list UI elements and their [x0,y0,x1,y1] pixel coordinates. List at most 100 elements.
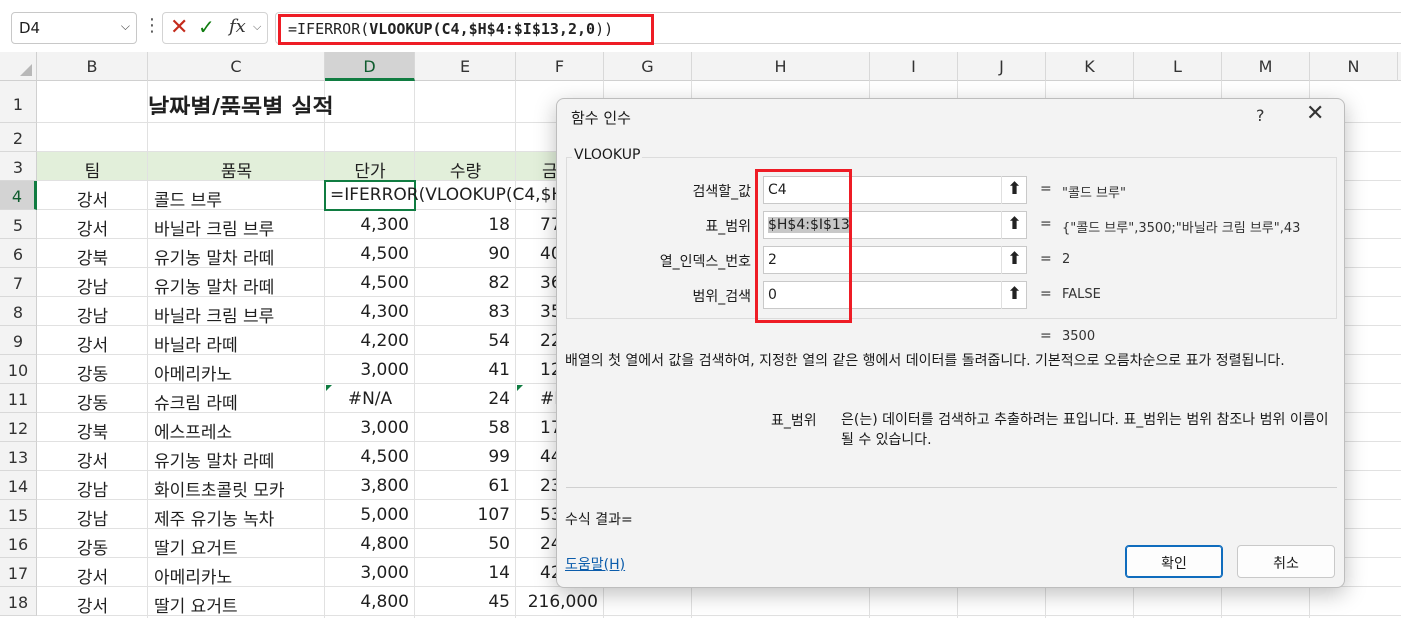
cell-team[interactable]: 강서 [37,326,148,355]
row-header-18[interactable]: 18 [0,587,37,616]
cell-team[interactable]: 강남 [37,471,148,500]
column-header-h[interactable]: H [692,52,870,81]
cell-price[interactable]: 4,500 [325,268,415,297]
cell-item[interactable]: 아메리카노 [148,558,325,587]
formula-text[interactable]: =IFERROR(VLOOKUP(C4,$H$4:$I$13,2,0)) [278,14,654,45]
column-header-l[interactable]: L [1134,52,1222,81]
column-header-c[interactable]: C [148,52,325,81]
cell-item[interactable]: 바닐라 크림 브루 [148,297,325,326]
cell-price[interactable]: 4,300 [325,210,415,239]
cell-team[interactable]: 강동 [37,355,148,384]
row-header-17[interactable]: 17 [0,558,37,587]
cell-price[interactable]: 4,500 [325,442,415,471]
error-indicator-icon[interactable] [326,385,332,391]
header-price[interactable]: 단가 [325,152,415,181]
cell-qty[interactable]: 90 [415,239,516,268]
cancel-button[interactable]: 취소 [1237,545,1335,578]
column-header-b[interactable]: B [37,52,148,81]
cell-item[interactable]: 제주 유기농 녹차 [148,500,325,529]
header-amount[interactable]: 금 [516,152,556,181]
cell-price[interactable]: 3,000 [325,558,415,587]
cell-price[interactable]: 4,300 [325,297,415,326]
cell-item[interactable]: 슈크림 라떼 [148,384,325,413]
row-header-7[interactable]: 7 [0,268,37,297]
row-header-3[interactable]: 3 [0,152,37,181]
cell-qty[interactable]: 45 [415,587,516,616]
row-header-6[interactable]: 6 [0,239,37,268]
row-header-12[interactable]: 12 [0,413,37,442]
range-select-icon[interactable]: ⬆ [1001,281,1027,309]
cell-team[interactable]: 강북 [37,413,148,442]
row-header-16[interactable]: 16 [0,529,37,558]
cell-item[interactable]: 바닐라 크림 브루 [148,210,325,239]
column-header-i[interactable]: I [870,52,958,81]
confirm-entry-icon[interactable]: ✓ [198,15,215,39]
range-select-icon[interactable]: ⬆ [1001,246,1027,274]
cell-price[interactable]: #N/A [325,384,415,413]
insert-function-icon[interactable]: fx [229,16,246,37]
cell-team[interactable]: 강서 [37,210,148,239]
cell-qty[interactable]: 58 [415,413,516,442]
cell-item[interactable]: 딸기 요거트 [148,529,325,558]
cell-item[interactable]: 유기농 말차 라떼 [148,239,325,268]
help-link[interactable]: 도움말(H) [565,554,625,574]
ok-button[interactable]: 확인 [1125,545,1223,578]
cell-c4[interactable]: 콜드 브루 [148,181,325,210]
row-header-11[interactable]: 11 [0,384,37,413]
cell-qty[interactable]: 41 [415,355,516,384]
cell-team[interactable]: 강북 [37,239,148,268]
row-header-8[interactable]: 8 [0,297,37,326]
cell-b4[interactable]: 강서 [37,181,148,210]
range-select-icon[interactable]: ⬆ [1001,176,1027,204]
cell-item[interactable]: 유기농 말차 라떼 [148,442,325,471]
cell-qty[interactable]: 82 [415,268,516,297]
select-all-corner[interactable] [0,52,37,81]
cell-qty[interactable]: 18 [415,210,516,239]
cell-price[interactable]: 4,800 [325,529,415,558]
cell-team[interactable]: 강서 [37,587,148,616]
row-header-14[interactable]: 14 [0,471,37,500]
cell-price[interactable]: 4,200 [325,326,415,355]
cell-qty[interactable]: 54 [415,326,516,355]
cell-item[interactable]: 바닐라 라떼 [148,326,325,355]
cell-item[interactable]: 유기농 말차 라떼 [148,268,325,297]
column-header-f[interactable]: F [516,52,604,81]
cancel-entry-icon[interactable]: ✕ [170,15,188,40]
cell-qty[interactable]: 83 [415,297,516,326]
column-header-k[interactable]: K [1046,52,1134,81]
cell-qty[interactable]: 99 [415,442,516,471]
cell-amount[interactable]: 216,000 [516,587,604,616]
more-options-icon[interactable]: ⋮ [143,14,161,38]
header-item[interactable]: 품목 [148,152,325,181]
column-header-g[interactable]: G [604,52,692,81]
cell-price[interactable]: 3,800 [325,471,415,500]
cell-price[interactable]: 4,500 [325,239,415,268]
column-header-d[interactable]: D [325,52,415,81]
cell-team[interactable]: 강동 [37,529,148,558]
cell-item[interactable]: 딸기 요거트 [148,587,325,616]
error-indicator-icon[interactable] [517,385,523,391]
row-header-1[interactable]: 1 [0,81,37,123]
close-icon[interactable]: ✕ [1306,101,1324,126]
name-box[interactable]: D4 ⌵ [11,12,137,44]
cell-qty[interactable]: 61 [415,471,516,500]
cell-price[interactable]: 3,000 [325,413,415,442]
cell-price[interactable]: 3,000 [325,355,415,384]
help-icon[interactable]: ? [1256,106,1265,125]
row-header-5[interactable]: 5 [0,210,37,239]
row-header-13[interactable]: 13 [0,442,37,471]
cell-team[interactable]: 강동 [37,384,148,413]
cell-price[interactable]: 4,800 [325,587,415,616]
chevron-down-icon[interactable]: ⌵ [253,20,261,34]
column-header-j[interactable]: J [958,52,1046,81]
cell-qty[interactable]: 107 [415,500,516,529]
column-header-n[interactable]: N [1310,52,1398,81]
cell-qty[interactable]: 14 [415,558,516,587]
cell-team[interactable]: 강남 [37,297,148,326]
cell-team[interactable]: 강남 [37,268,148,297]
row-header-4[interactable]: 4 [0,181,37,210]
row-header-15[interactable]: 15 [0,500,37,529]
cell-team[interactable]: 강서 [37,558,148,587]
cell-item[interactable]: 아메리카노 [148,355,325,384]
cell-team[interactable]: 강서 [37,442,148,471]
